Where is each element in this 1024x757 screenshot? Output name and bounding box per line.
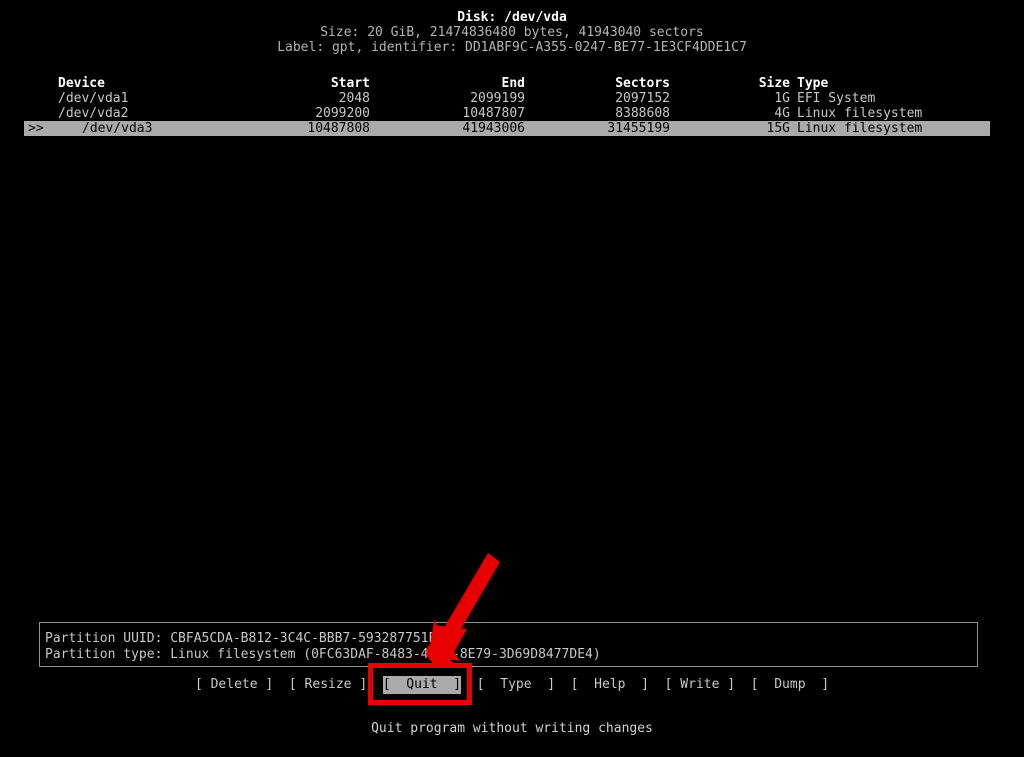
status-hint-text: Quit program without writing changes	[371, 721, 653, 736]
column-header-end: End	[501, 76, 525, 91]
menu-button-dump[interactable]: [ Dump ]	[751, 676, 829, 694]
column-header-sectors: Sectors	[615, 76, 670, 91]
table-row[interactable]: /dev/vda2 2099200 10487807 8388608 4G Li…	[0, 106, 1024, 121]
menu-gap	[367, 677, 383, 692]
row-size: 15G	[766, 121, 790, 136]
row-end: 41943006	[462, 121, 525, 136]
row-start: 2099200	[315, 106, 370, 121]
row-type: Linux filesystem	[797, 106, 923, 121]
menu-gap	[555, 677, 571, 692]
menu-button-quit[interactable]: [ Quit ]	[382, 676, 462, 694]
row-device: /dev/vda2	[58, 106, 129, 121]
menu-bar: [ Delete ] [ Resize ] [ Quit ] [ Type ] …	[0, 676, 1024, 694]
column-header-start: Start	[330, 76, 370, 91]
row-size: 1G	[774, 91, 790, 106]
menu-gap	[273, 677, 289, 692]
menu-button-delete[interactable]: [ Delete ]	[195, 676, 273, 694]
column-header-type: Type	[797, 76, 829, 91]
row-size: 4G	[774, 106, 790, 121]
row-sectors: 2097152	[615, 91, 670, 106]
partition-type-line: Partition type: Linux filesystem (0FC63D…	[45, 647, 601, 662]
row-sectors: 31455199	[607, 121, 670, 136]
table-row[interactable]: /dev/vda1 2048 2099199 2097152 1G EFI Sy…	[0, 91, 1024, 106]
row-end: 2099199	[470, 91, 525, 106]
disk-header: Disk: /dev/vda Size: 20 GiB, 21474836480…	[0, 10, 1024, 55]
partition-uuid-line: Partition UUID: CBFA5CDA-B812-3C4C-BBB7-…	[45, 631, 452, 646]
disk-title: Disk: /dev/vda	[457, 10, 567, 25]
menu-button-help[interactable]: [ Help ]	[571, 676, 649, 694]
table-header-row: Device Start End Sectors Size Type	[0, 76, 1024, 91]
row-selection-marker: >>	[28, 121, 44, 136]
table-row-selected[interactable]: >> /dev/vda3 10487808 41943006 31455199 …	[24, 121, 990, 136]
cfdisk-terminal-screen: Disk: /dev/vda Size: 20 GiB, 21474836480…	[0, 0, 1024, 757]
partition-table: Device Start End Sectors Size Type /dev/…	[0, 76, 1024, 136]
column-header-device: Device	[58, 76, 105, 91]
disk-size-line: Size: 20 GiB, 21474836480 bytes, 4194304…	[320, 25, 704, 40]
menu-button-resize[interactable]: [ Resize ]	[289, 676, 367, 694]
row-device: /dev/vda1	[58, 91, 129, 106]
row-sectors: 8388608	[615, 106, 670, 121]
row-type: EFI System	[797, 91, 876, 106]
menu-gap	[461, 677, 477, 692]
menu-gap	[649, 677, 665, 692]
menu-button-write[interactable]: [ Write ]	[665, 676, 735, 694]
disk-label-line: Label: gpt, identifier: DD1ABF9C-A355-02…	[277, 40, 747, 55]
row-device: /dev/vda3	[82, 121, 153, 136]
row-type: Linux filesystem	[797, 121, 923, 136]
menu-gap	[735, 677, 751, 692]
row-start: 10487808	[307, 121, 370, 136]
partition-info-box: Partition UUID: CBFA5CDA-B812-3C4C-BBB7-…	[39, 622, 978, 667]
row-start: 2048	[338, 91, 370, 106]
column-header-size: Size	[758, 76, 790, 91]
menu-button-type[interactable]: [ Type ]	[477, 676, 555, 694]
row-end: 10487807	[462, 106, 525, 121]
